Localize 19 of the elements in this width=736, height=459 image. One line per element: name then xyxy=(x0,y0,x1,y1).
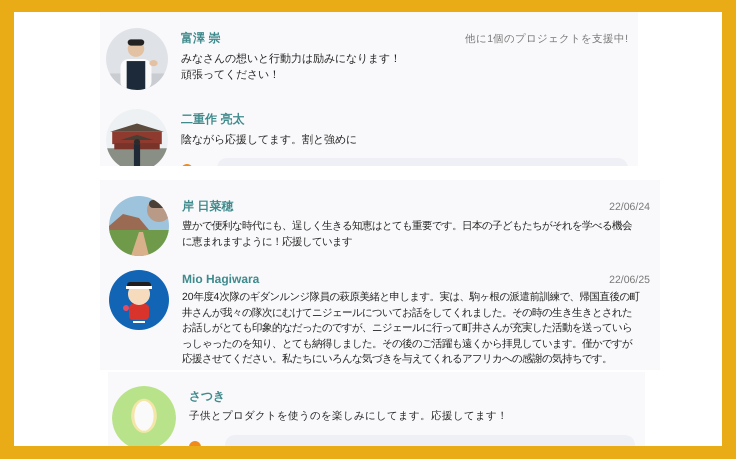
comment-line: 子供とプロダクトを使うのを楽しみにしてます。応援してます！ xyxy=(189,409,508,424)
commenter-name: Mio Hagiwara xyxy=(182,272,260,286)
comment-line: 頑張ってください！ xyxy=(181,68,280,84)
comment-line: 20年度4次隊のギダンルンジ隊員の萩原美緒と申します。実は、駒ヶ根の派遣前訓練で、帰国直後の町 xyxy=(182,290,640,305)
comment-line: お話しがとても印象的なだったのですが、ニジェールに行って町井さんが充実した活動を送っていら xyxy=(182,321,632,336)
commenter-name: 二重作 亮太 xyxy=(181,111,244,128)
comment-line: 井さんが我々の隊次にむけてニジェールについてお話をしてくれました。その時の生き生きとされた xyxy=(182,306,632,321)
commenter-name: 岸 日菜穂 xyxy=(182,198,234,215)
comment-line: みなさんの想いと行動力は励みになります！ xyxy=(181,52,401,67)
comment-meta: 他に1個のプロジェクトを支援中! xyxy=(465,32,628,46)
commenter-name: さつき xyxy=(189,388,225,405)
commenter-name: 富澤 崇 xyxy=(181,30,220,47)
comment-line: 豊かで便利な時代にも、逞しく生きる知恵はとても重要です。日本の子どもたちがそれを学べる機会 xyxy=(182,219,632,234)
comment-line: に恵まれますように！応援しています xyxy=(182,235,352,250)
comment-line: 応援させてください。私たちにいろんな気づきを与えてくれるアフリカへの感謝の気持ちです。 xyxy=(182,352,612,368)
comment-meta: 22/06/25 xyxy=(609,274,650,286)
comment-line: っしゃったのを知り、とても納得しました。その後のご活躍も遠くから拝見しています。僅かですが xyxy=(182,337,632,352)
comment-meta: 22/06/24 xyxy=(609,201,650,213)
comment-line: 陰ながら応援してます。割と強めに xyxy=(181,132,357,148)
